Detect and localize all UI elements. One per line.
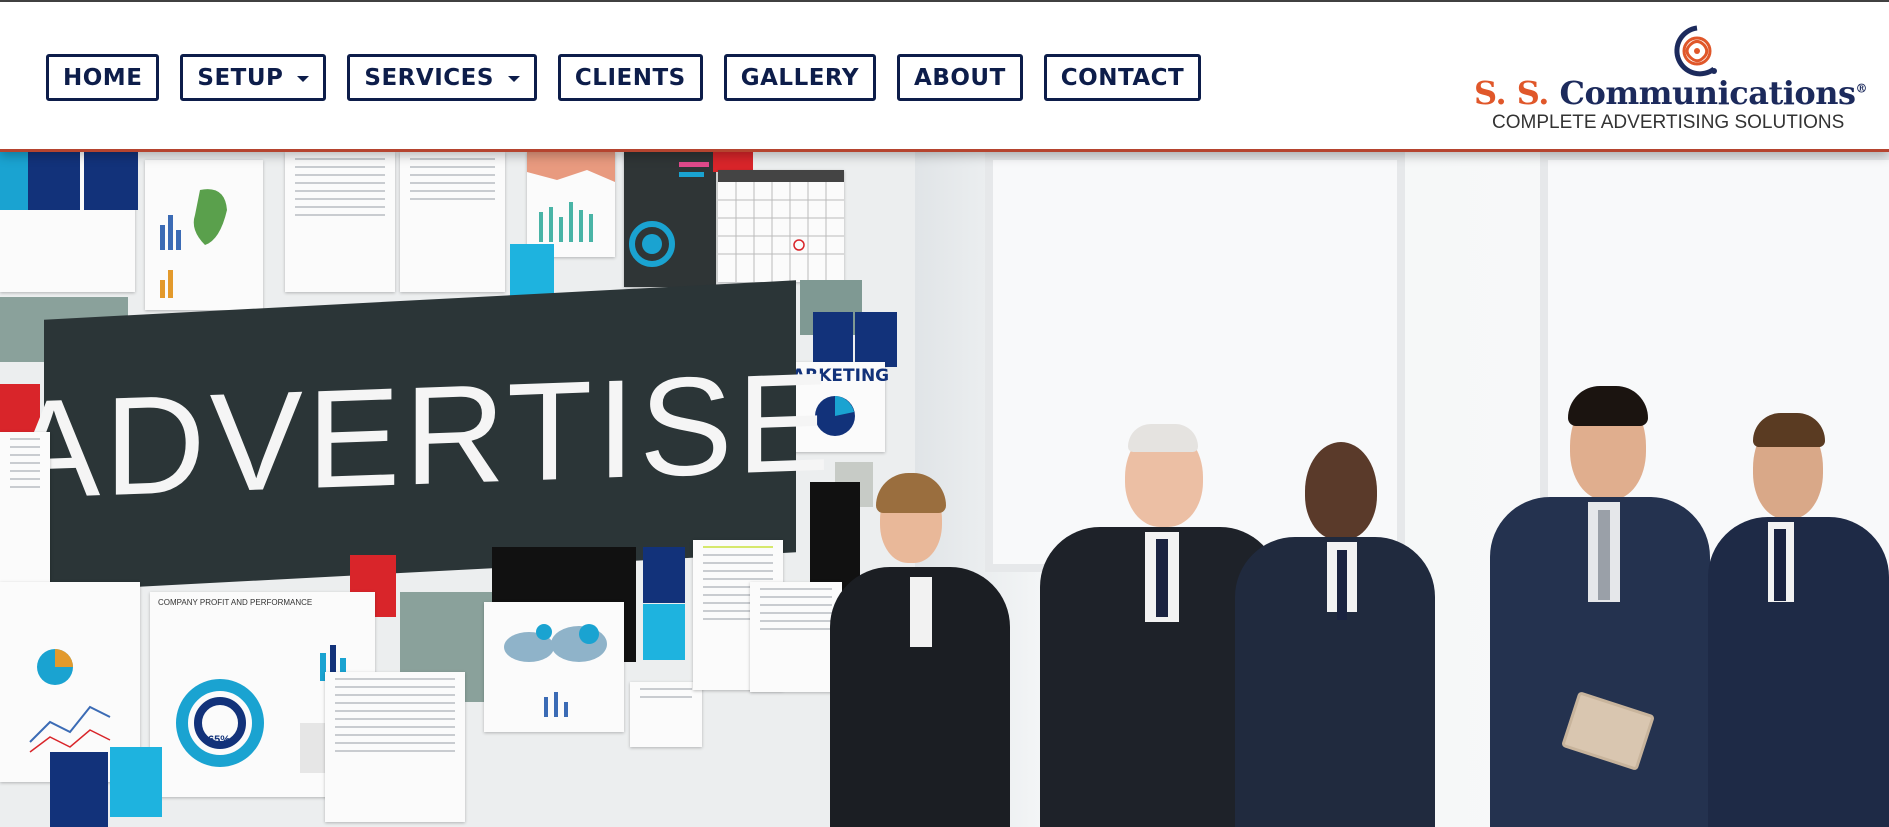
africa-map-paper xyxy=(145,160,263,310)
line-chart-paper xyxy=(630,682,702,747)
nav-setup-label: SETUP xyxy=(197,64,284,91)
nav-clients[interactable]: CLIENTS xyxy=(557,54,703,101)
calendar-paper xyxy=(718,170,844,282)
person-hair xyxy=(1753,413,1825,447)
person-hair xyxy=(1568,386,1648,426)
advertise-banner: ADVERTISE xyxy=(7,280,834,592)
report-paper xyxy=(400,152,505,292)
person-tie xyxy=(1337,550,1347,620)
nav-setup[interactable]: SETUP xyxy=(180,54,327,101)
businessman-right xyxy=(1708,413,1889,827)
nav-gallery[interactable]: GALLERY xyxy=(723,54,877,101)
person-tie xyxy=(1156,539,1168,617)
calendar-icon xyxy=(718,170,844,282)
cyan-square xyxy=(510,244,554,300)
percent-label: 65% xyxy=(208,734,231,746)
cyan-square xyxy=(110,747,162,817)
navy-square xyxy=(643,547,685,603)
nav-contact[interactable]: CONTACT xyxy=(1043,54,1202,101)
cyan-square xyxy=(643,604,685,660)
chart-thumbnail xyxy=(629,162,709,267)
world-map-icon xyxy=(504,624,607,717)
businessman-with-tablet xyxy=(1490,386,1710,827)
nav-about-label: ABOUT xyxy=(914,64,1006,91)
world-map-paper xyxy=(484,602,624,732)
person-shirt xyxy=(910,577,932,647)
red-square xyxy=(713,152,753,172)
site-header: HOME SETUP SERVICES CLIENTS GALLERY ABOU… xyxy=(0,2,1889,152)
logo-tagline: COMPLETE ADVERTISING SOLUTIONS xyxy=(1492,112,1845,133)
nav-clients-label: CLIENTS xyxy=(574,64,686,91)
nav-services-label: SERVICES xyxy=(364,64,494,91)
advertise-text: ADVERTISE xyxy=(6,342,834,529)
businessman-center xyxy=(1235,442,1435,827)
chart-thumbnail xyxy=(527,152,615,242)
report-paper xyxy=(285,152,395,292)
caret-down-icon xyxy=(507,75,520,82)
nav-home[interactable]: HOME xyxy=(46,54,160,101)
main-nav: HOME SETUP SERVICES CLIENTS GALLERY ABOU… xyxy=(46,54,1222,101)
person-hair xyxy=(1128,424,1198,452)
logo-company: Communications xyxy=(1559,74,1857,112)
pinboard: ARKETING ADVERTISE COMPANY PROFIT AND PE… xyxy=(0,152,915,827)
person-suit xyxy=(1708,517,1889,827)
navy-square xyxy=(50,752,108,827)
person-head xyxy=(1305,442,1377,540)
businesswoman xyxy=(830,473,1010,827)
nav-services[interactable]: SERVICES xyxy=(347,54,537,101)
chart-thumbnail xyxy=(160,189,227,298)
person-hair xyxy=(876,473,946,513)
person-tie xyxy=(1774,529,1786,601)
nav-about[interactable]: ABOUT xyxy=(897,54,1023,101)
person-tie xyxy=(1598,510,1610,600)
report-paper xyxy=(325,672,465,822)
logo-initials: S. S. xyxy=(1474,74,1549,112)
navy-square xyxy=(855,312,897,367)
hero-banner-image: ARKETING ADVERTISE COMPANY PROFIT AND PE… xyxy=(0,152,1889,827)
navy-square xyxy=(84,152,138,210)
company-profile-text: COMPANY PROFIT AND PERFORMANCE xyxy=(158,598,313,607)
dark-infographic xyxy=(624,152,716,287)
site-logo[interactable]: S. S. Communications® COMPLETE ADVERTISI… xyxy=(1470,24,1870,134)
nav-gallery-label: GALLERY xyxy=(740,64,860,91)
registered-mark: ® xyxy=(1855,81,1868,96)
line-chart-paper xyxy=(527,152,615,257)
report-paper xyxy=(750,582,842,692)
navy-square xyxy=(28,152,80,210)
caret-down-icon xyxy=(297,75,310,82)
logo-name: S. S. Communications® xyxy=(1474,74,1867,112)
nav-home-label: HOME xyxy=(63,64,143,91)
cyan-square xyxy=(0,152,28,210)
nav-contact-label: CONTACT xyxy=(1060,64,1185,91)
